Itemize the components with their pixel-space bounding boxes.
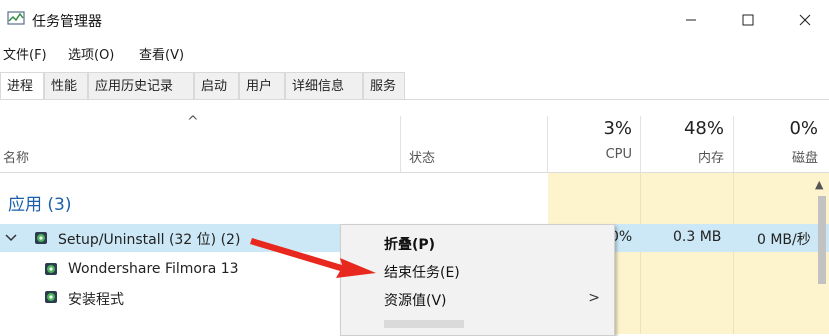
installer-app-icon [45, 291, 57, 303]
column-status[interactable]: 状态 [409, 147, 435, 166]
column-disk[interactable]: 0% 磁盘 [734, 116, 829, 172]
cpu-label: CPU [605, 147, 632, 162]
scroll-up-arrow[interactable]: ▲ [815, 178, 823, 191]
context-menu: 折叠(P) 结束任务(E) 资源值(V) > [340, 224, 615, 336]
memory-percent: 48% [683, 118, 724, 139]
tab-services[interactable]: 服务 [363, 72, 405, 99]
tab-startup[interactable]: 启动 [194, 72, 239, 99]
menu-bar: 文件(F) 选项(O) 查看(V) [0, 41, 829, 65]
menu-options[interactable]: 选项(O) [68, 44, 114, 63]
menu-item-end-task[interactable]: 结束任务(E) [384, 262, 460, 282]
column-memory[interactable]: 48% 内存 [641, 116, 733, 172]
maximize-button[interactable] [725, 0, 771, 40]
disk-label: 磁盘 [791, 151, 818, 166]
close-icon [799, 14, 811, 26]
tab-processes[interactable]: 进程 [0, 72, 44, 100]
tab-performance[interactable]: 性能 [44, 72, 88, 99]
menu-view[interactable]: 查看(V) [139, 44, 184, 63]
process-name: 安装程式 [68, 292, 124, 308]
annotation-arrow-icon [250, 238, 376, 278]
process-disk: 0 MB/秒 [757, 232, 811, 248]
disk-percent: 0% [789, 118, 818, 139]
title-bar: 任务管理器 [0, 0, 829, 40]
filmora-app-icon [45, 263, 57, 275]
column-header: ^ 名称 状态 3% CPU 48% 内存 0% 磁盘 [0, 114, 829, 173]
memory-label: 内存 [697, 151, 724, 166]
scrollbar-thumb[interactable] [818, 196, 826, 284]
column-name[interactable]: 名称 [3, 147, 29, 166]
column-separator[interactable] [400, 116, 401, 172]
process-memory: 0.3 MB [673, 229, 722, 245]
maximize-icon [742, 14, 754, 26]
minimize-button[interactable] [668, 0, 714, 40]
minimize-icon [686, 19, 696, 21]
menu-item-collapse[interactable]: 折叠(P) [384, 234, 435, 254]
column-cpu[interactable]: 3% CPU [548, 116, 640, 172]
group-apps-label[interactable]: 应用 (3) [8, 190, 71, 215]
cpu-percent: 3% [603, 118, 632, 139]
tab-app-history[interactable]: 应用历史记录 [88, 72, 194, 99]
task-manager-icon [7, 11, 25, 25]
window-title: 任务管理器 [32, 14, 102, 30]
tab-details[interactable]: 详细信息 [285, 72, 363, 99]
close-button[interactable] [782, 0, 828, 40]
tab-users[interactable]: 用户 [239, 72, 285, 99]
sort-indicator: ^ [187, 114, 199, 130]
tab-divider [0, 99, 829, 100]
chevron-down-icon[interactable] [5, 233, 17, 243]
process-name: Wondershare Filmora 13 [68, 261, 239, 277]
chevron-right-icon: > [588, 290, 600, 306]
menu-item-resource-values[interactable]: 资源值(V) [384, 290, 447, 310]
partial-menu-item[interactable] [384, 320, 464, 328]
setup-app-icon [35, 232, 47, 244]
menu-file[interactable]: 文件(F) [3, 44, 47, 63]
tab-bar: 进程 性能 应用历史记录 启动 用户 详细信息 服务 [0, 72, 829, 100]
process-name: Setup/Uninstall (32 位) (2) [58, 232, 241, 248]
